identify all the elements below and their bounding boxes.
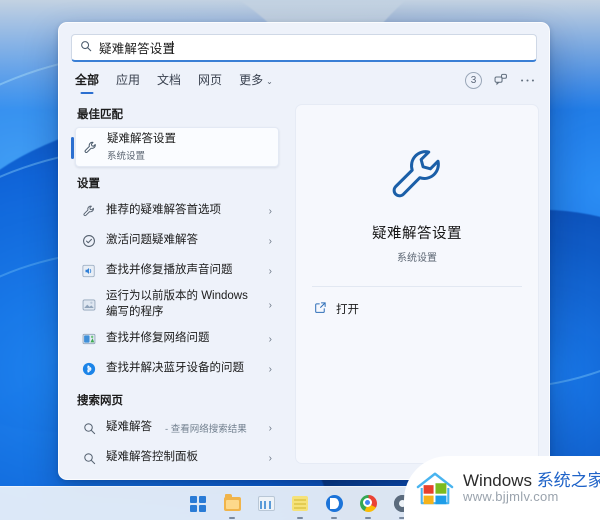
search-icon [81, 450, 97, 466]
windows-logo-icon [190, 495, 206, 512]
section-title-web-search: 搜索网页 [77, 395, 123, 407]
best-match-text: 疑难解答设置 系统设置 [107, 132, 176, 163]
preview-subtitle: 系统设置 [397, 253, 437, 264]
chevron-right-icon: › [268, 299, 272, 311]
site-logo-icon [414, 469, 456, 507]
feedback-icon[interactable] [494, 73, 508, 87]
web-result-troubleshoot[interactable]: 疑难解答 - 查看网络搜索结果 › [75, 413, 279, 443]
tab-apps-label: 应用 [116, 73, 141, 87]
best-match-subtitle: 系统设置 [107, 151, 146, 163]
open-button[interactable]: 打开 [312, 301, 359, 317]
taskbar-running-dot [331, 516, 337, 519]
chevron-down-icon: ⌄ [266, 77, 273, 86]
wrench-icon [82, 139, 98, 155]
search-results-list: 最佳匹配 疑难解答设置 系统设置 设置 推荐的疑难解答首选项 › 激活问题疑难解… [59, 100, 287, 479]
settings-result-label: 查找并解决蓝牙设备的问题 [106, 362, 244, 375]
settings-result-label: 激活问题疑难解答 [106, 234, 198, 247]
chevron-right-icon: › [268, 265, 272, 277]
tab-more[interactable]: 更多 ⌄ [239, 71, 273, 94]
watermark-url: www.bjjmlv.com [463, 489, 559, 505]
settings-result-compat-program[interactable]: 运行为以前版本的 Windows 编写的程序 › [75, 286, 279, 324]
watermark-title-cn: 系统之家 [536, 470, 600, 490]
watermark-title-en: Windows [463, 470, 537, 490]
more-options-icon[interactable] [520, 78, 535, 83]
watermark-title: Windows 系统之家 [463, 471, 600, 491]
section-title-settings: 设置 [77, 178, 100, 190]
search-input-value: 疑难解答设置 [99, 42, 176, 56]
preview-card: 疑难解答设置 系统设置 打开 [295, 104, 539, 464]
notes-icon [292, 496, 308, 511]
preview-pane: 疑难解答设置 系统设置 打开 [287, 100, 549, 479]
edge-icon [325, 495, 343, 512]
tab-all[interactable]: 全部 [75, 71, 99, 94]
search-bar-container: 疑难解答设置 [59, 23, 549, 62]
tab-more-label: 更多 [239, 73, 264, 87]
open-external-icon [314, 301, 327, 317]
settings-result-label: 查找并修复播放声音问题 [106, 264, 233, 277]
speaker-icon [81, 263, 97, 279]
check-circle-icon [81, 233, 97, 249]
network-icon [81, 331, 97, 347]
chevron-right-icon: › [268, 363, 272, 375]
tab-apps[interactable]: 应用 [116, 71, 140, 94]
taskbar-running-dot [297, 516, 303, 519]
start-button[interactable] [188, 494, 208, 514]
web-result-hint: - 查看网络搜索结果 [165, 424, 247, 435]
settings-result-recommended-prefs[interactable]: 推荐的疑难解答首选项 › [75, 196, 279, 226]
file-explorer-button[interactable] [222, 493, 242, 519]
tab-all-label: 全部 [75, 73, 100, 87]
program-window-icon [81, 297, 97, 313]
preview-divider [312, 286, 522, 287]
bluetooth-icon [81, 361, 97, 377]
search-results-body: 最佳匹配 疑难解答设置 系统设置 设置 推荐的疑难解答首选项 › 激活问题疑难解… [59, 94, 549, 479]
search-flyout-panel: 疑难解答设置 全部 应用 文档 网页 更多 ⌄ 3 最佳匹配 疑难解答设置 系统… [58, 22, 550, 480]
header-actions: 3 [465, 71, 535, 94]
widgets-button[interactable] [256, 494, 276, 514]
tab-documents-label: 文档 [157, 73, 182, 87]
wrench-icon [81, 203, 97, 219]
chrome-browser-button[interactable] [358, 494, 378, 519]
settings-result-label: 推荐的疑难解答首选项 [106, 204, 221, 217]
sticky-notes-button[interactable] [290, 494, 310, 519]
open-button-label: 打开 [336, 304, 359, 316]
chevron-right-icon: › [268, 452, 272, 464]
settings-result-bluetooth-troubleshoot[interactable]: 查找并解决蓝牙设备的问题 › [75, 354, 279, 384]
web-result-app-store[interactable]: 疑难解答 应用商店 › [75, 473, 279, 479]
web-result-label: 疑难解答控制面板 [106, 451, 198, 464]
tab-web[interactable]: 网页 [198, 71, 222, 94]
notification-badge[interactable]: 3 [465, 71, 482, 89]
taskbar-running-dot [365, 516, 371, 519]
search-input[interactable]: 疑难解答设置 [71, 34, 537, 62]
settings-result-audio-troubleshoot[interactable]: 查找并修复播放声音问题 › [75, 256, 279, 286]
edge-browser-button[interactable] [324, 494, 344, 519]
wrench-icon [387, 145, 447, 210]
search-icon [80, 39, 92, 57]
settings-result-network-troubleshoot[interactable]: 查找并修复网络问题 › [75, 324, 279, 354]
watermark: Windows 系统之家 www.bjjmlv.com [404, 456, 600, 520]
folder-icon [223, 493, 241, 511]
best-match-title: 疑难解答设置 [107, 132, 176, 145]
search-filter-tabs: 全部 应用 文档 网页 更多 ⌄ 3 [59, 62, 549, 94]
chrome-icon [359, 495, 377, 512]
watermark-text: Windows 系统之家 www.bjjmlv.com [463, 471, 600, 505]
tab-web-label: 网页 [198, 73, 223, 87]
chevron-right-icon: › [268, 205, 272, 217]
web-result-label: 疑难解答 [106, 421, 152, 434]
settings-result-label: 运行为以前版本的 Windows 编写的程序 [106, 290, 248, 318]
preview-title: 疑难解答设置 [372, 226, 462, 242]
settings-result-activation-troubleshoot[interactable]: 激活问题疑难解答 › [75, 226, 279, 256]
chart-icon [257, 496, 275, 511]
chevron-right-icon: › [268, 333, 272, 345]
search-icon [81, 420, 97, 436]
taskbar-running-dot [229, 516, 235, 519]
settings-result-label: 查找并修复网络问题 [106, 332, 210, 345]
chevron-right-icon: › [268, 235, 272, 247]
tab-documents[interactable]: 文档 [157, 71, 181, 94]
section-title-best-match: 最佳匹配 [77, 109, 123, 121]
web-result-control-panel[interactable]: 疑难解答控制面板 › [75, 443, 279, 473]
best-match-result[interactable]: 疑难解答设置 系统设置 [71, 127, 279, 167]
chevron-right-icon: › [268, 422, 272, 434]
